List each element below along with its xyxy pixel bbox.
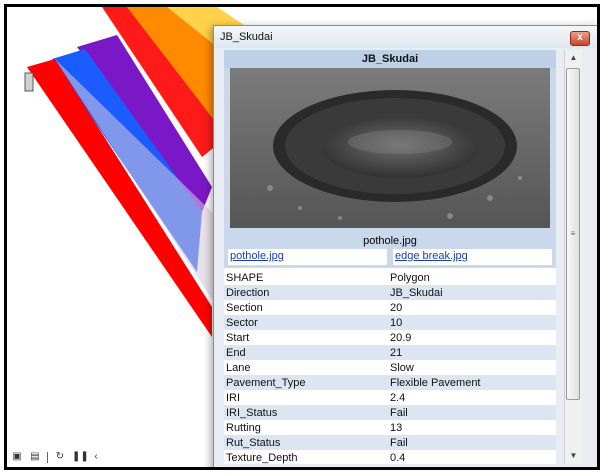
pothole-photo[interactable] xyxy=(230,68,550,228)
field-name: Direction xyxy=(224,285,388,300)
field-name: Start xyxy=(226,331,250,344)
field-name: Section xyxy=(226,301,263,314)
field-value: Flexible Pavement xyxy=(388,375,556,390)
field-name: IRI xyxy=(226,391,241,404)
refresh-icon[interactable]: ↻ xyxy=(54,451,66,463)
field-value: 2.4 xyxy=(390,391,406,404)
field-value: 13 xyxy=(390,421,403,434)
field-value: Polygon xyxy=(390,271,430,284)
screenshot-frame: ▣ ▤ ↻ ❚❚ ‹ JB_Skudai x JB_Skudai pothole… xyxy=(4,4,600,470)
field-value: Slow xyxy=(390,361,414,374)
field-value: Fail xyxy=(388,405,556,420)
field-value: JB_Skudai xyxy=(388,285,556,300)
field-value: 0.4 xyxy=(390,451,406,464)
separator xyxy=(47,451,48,463)
identify-popup-window: JB_Skudai x JB_Skudai pothole.jpg pothol… xyxy=(213,25,597,467)
field-name: Rutting xyxy=(226,421,261,434)
popup-title: JB_Skudai xyxy=(220,31,273,43)
pause-icon[interactable]: ❚❚ xyxy=(72,451,89,463)
field-value: 20.9 xyxy=(390,331,412,344)
field-name: SHAPE xyxy=(226,271,264,284)
data-view-icon[interactable]: ▤ xyxy=(29,451,41,463)
map-marker[interactable] xyxy=(24,72,34,92)
up-arrow-icon[interactable]: ▲ xyxy=(565,50,582,66)
attachment-link-edge-break[interactable]: edge break.jpg xyxy=(393,249,552,265)
scroll-left-icon[interactable]: ‹ xyxy=(90,451,102,463)
table-row: Direction JB_Skudai xyxy=(224,285,556,300)
field-name: Rut_Status xyxy=(224,435,388,450)
table-row: SHAPE Polygon xyxy=(224,270,556,285)
field-value: 20 xyxy=(390,301,403,314)
field-value: Fail xyxy=(388,435,556,450)
map-status-bar: ▣ ▤ ↻ ❚❚ ‹ xyxy=(7,447,221,467)
table-row: Rutting 13 xyxy=(224,420,556,435)
field-name: Lane xyxy=(226,361,251,374)
table-row: Texture_Depth 0.4 xyxy=(224,450,556,464)
attribute-table: SHAPE Polygon Direction JB_Skudai Section 2… xyxy=(224,270,556,464)
field-name: IRI_Status xyxy=(224,405,388,420)
vertical-scrollbar[interactable]: ▲ ≡ ▼ xyxy=(564,50,582,464)
close-button[interactable]: x xyxy=(570,31,590,46)
table-row: Start 20.9 xyxy=(224,330,556,345)
attachment-links: pothole.jpg edge break.jpg xyxy=(224,249,556,268)
photo-container xyxy=(224,68,556,233)
table-row: End 21 xyxy=(224,345,556,360)
down-arrow-icon[interactable]: ▼ xyxy=(565,448,582,464)
field-name: Sector xyxy=(224,315,388,330)
popup-content: JB_Skudai pothole.jpg pothole.jpg edge b… xyxy=(224,50,556,464)
layout-view-icon[interactable]: ▣ xyxy=(11,451,23,463)
table-row: Pavement_Type Flexible Pavement xyxy=(224,375,556,390)
popup-titlebar[interactable]: JB_Skudai x xyxy=(214,26,597,48)
table-row: Lane Slow xyxy=(224,360,556,375)
field-value: 10 xyxy=(388,315,556,330)
table-row: Sector 10 xyxy=(224,315,556,330)
attachment-link-pothole[interactable]: pothole.jpg xyxy=(228,249,387,265)
table-row: IRI_Status Fail xyxy=(224,405,556,420)
field-value: 21 xyxy=(388,345,556,360)
photo-caption: pothole.jpg xyxy=(224,233,556,249)
field-name: Texture_Depth xyxy=(226,451,298,464)
table-row: Rut_Status Fail xyxy=(224,435,556,450)
scroll-thumb[interactable]: ≡ xyxy=(566,68,580,400)
table-row: IRI 2.4 xyxy=(224,390,556,405)
field-name: End xyxy=(224,345,388,360)
table-row: Section 20 xyxy=(224,300,556,315)
grip-icon: ≡ xyxy=(570,229,576,238)
field-name: Pavement_Type xyxy=(224,375,388,390)
feature-header: JB_Skudai xyxy=(224,50,556,68)
